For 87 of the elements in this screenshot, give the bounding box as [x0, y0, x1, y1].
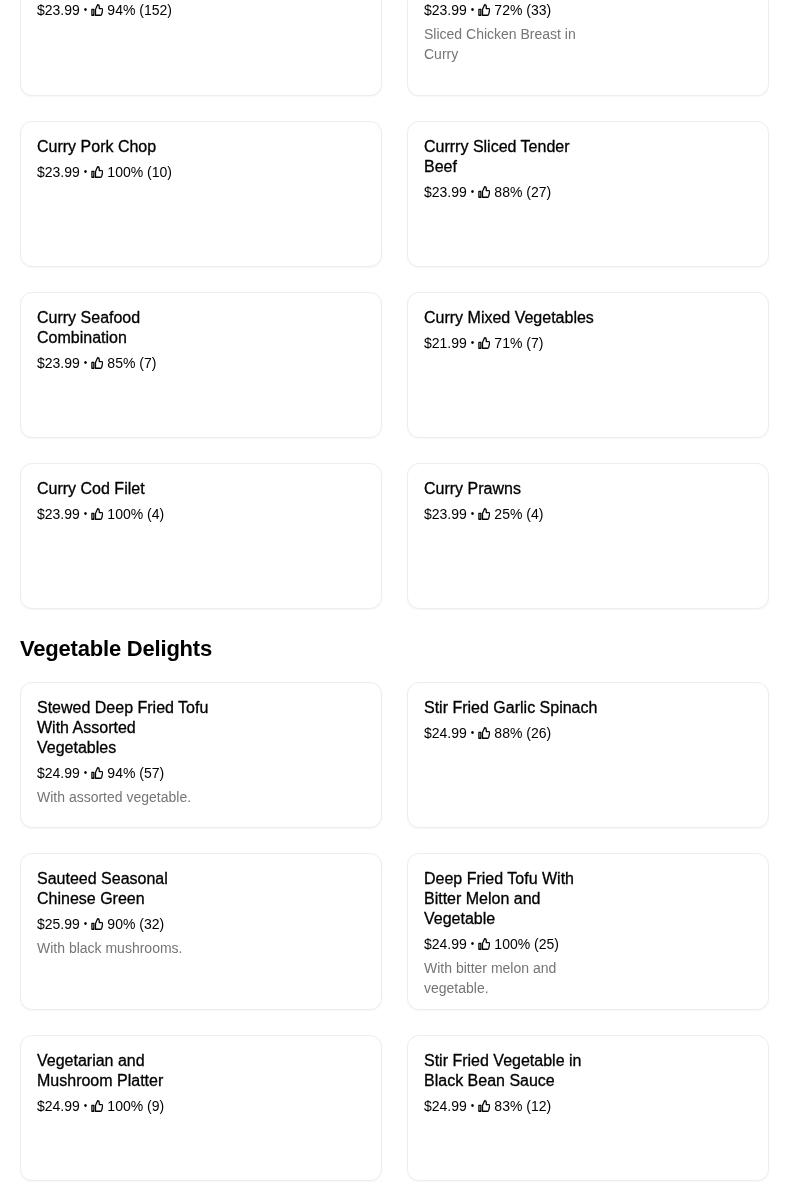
menu-item-card[interactable]: Stir Fried Vegetable in Black Bean Sauce $24.99 • 83% (12) [407, 1035, 769, 1181]
item-rating: 72% (33) [494, 1, 552, 20]
menu-item-card[interactable]: Deep Fried Tofu With Bitter Melon and Vegetable $24.99 • 100% (25) With bitter melon and vegetable. [407, 853, 769, 1010]
menu-item-card[interactable]: Stewed Deep Fried Tofu With Assorted Vegetables $24.99 • 94% (57) With assorted vegetable. [20, 682, 382, 828]
item-price: $24.99 [424, 1097, 467, 1116]
menu-item-card[interactable]: Stir Fried Garlic Spinach $24.99 • 88% (26) [407, 682, 769, 828]
menu-item-card[interactable]: Sauteed Seasonal Chinese Green $25.99 • 90% (32) With black mushrooms. [20, 853, 382, 1010]
item-title: Stir Fried Vegetable in Black Bean Sauce [424, 1051, 583, 1091]
section-heading: Vegetable Delights [20, 635, 212, 663]
separator-dot: • [83, 3, 88, 17]
item-rating: 25% (4) [494, 505, 544, 524]
item-title: Curry Pork Chop [37, 137, 157, 157]
item-price: $23.99 [424, 505, 467, 524]
item-price: $23.99 [37, 354, 80, 373]
thumbs-up-icon [91, 767, 104, 779]
thumbs-up-icon [91, 1100, 104, 1112]
item-title: Sauteed Seasonal Chinese Green [37, 869, 169, 909]
separator-dot: • [83, 356, 88, 370]
item-title: Curry Mixed Vegetables [424, 308, 594, 328]
menu-item-card[interactable]: Curry Cod Filet $23.99 • 100% (4) [20, 463, 382, 609]
thumbs-up-icon [478, 1100, 491, 1112]
separator-dot: • [470, 185, 475, 199]
separator-dot: • [470, 336, 475, 350]
item-description: With bitter melon and vegetable. [424, 959, 558, 998]
item-title: Curry Cod Filet [37, 479, 145, 499]
separator-dot: • [83, 507, 88, 521]
thumbs-up-icon [91, 918, 104, 930]
item-rating: 71% (7) [494, 334, 544, 353]
menu-item-card[interactable]: $23.99 • 72% (33) Sliced Chicken Breast in Curry [407, 0, 769, 96]
thumbs-up-icon [91, 357, 104, 369]
item-rating: 100% (9) [107, 1097, 165, 1116]
thumbs-up-icon [91, 4, 104, 16]
item-price: $23.99 [424, 1, 467, 20]
item-title: Deep Fried Tofu With Bitter Melon and Vegetable [424, 869, 575, 929]
thumbs-up-icon [478, 938, 491, 950]
item-title: Stewed Deep Fried Tofu With Assorted Vegetables [37, 698, 210, 758]
item-rating: 94% (57) [107, 764, 165, 783]
separator-dot: • [470, 1099, 475, 1113]
item-title: Curry Seafood Combination [37, 308, 142, 348]
item-price: $23.99 [37, 163, 80, 182]
item-price: $23.99 [37, 505, 80, 524]
separator-dot: • [470, 726, 475, 740]
item-price: $23.99 [424, 183, 467, 202]
thumbs-up-icon [91, 508, 104, 520]
thumbs-up-icon [478, 727, 491, 739]
item-price: $23.99 [37, 1, 80, 20]
item-rating: 83% (12) [494, 1097, 552, 1116]
item-rating: 100% (4) [107, 505, 165, 524]
item-description: With black mushrooms. [37, 939, 183, 958]
thumbs-up-icon [478, 508, 491, 520]
item-price: $24.99 [424, 935, 467, 954]
separator-dot: • [83, 766, 88, 780]
item-rating: 88% (26) [494, 724, 552, 743]
separator-dot: • [83, 165, 88, 179]
item-title: Curry Prawns [424, 479, 521, 499]
menu-item-card[interactable]: Vegetarian and Mushroom Platter $24.99 • 100% (9) [20, 1035, 382, 1181]
item-price: $24.99 [37, 1097, 80, 1116]
item-description: Sliced Chicken Breast in Curry [424, 25, 577, 64]
thumbs-up-icon [478, 337, 491, 349]
menu-item-card[interactable]: $23.99 • 94% (152) [20, 0, 382, 96]
menu-item-card[interactable]: Currry Sliced Tender Beef $23.99 • 88% (27) [407, 121, 769, 267]
thumbs-up-icon [478, 186, 491, 198]
item-price: $24.99 [424, 724, 467, 743]
item-price: $25.99 [37, 915, 80, 934]
separator-dot: • [470, 3, 475, 17]
item-title: Stir Fried Garlic Spinach [424, 698, 598, 718]
separator-dot: • [83, 917, 88, 931]
item-description: With assorted vegetable. [37, 788, 192, 807]
item-rating: 85% (7) [107, 354, 157, 373]
item-price: $24.99 [37, 764, 80, 783]
item-rating: 94% (152) [107, 1, 172, 20]
menu-item-card[interactable]: Curry Mixed Vegetables $21.99 • 71% (7) [407, 292, 769, 438]
separator-dot: • [470, 937, 475, 951]
thumbs-up-icon [91, 166, 104, 178]
item-rating: 100% (10) [107, 163, 172, 182]
separator-dot: • [83, 1099, 88, 1113]
separator-dot: • [470, 507, 475, 521]
item-rating: 90% (32) [107, 915, 165, 934]
item-title: Vegetarian and Mushroom Platter [37, 1051, 165, 1091]
menu-item-card[interactable]: Curry Prawns $23.99 • 25% (4) [407, 463, 769, 609]
item-title: Currry Sliced Tender Beef [424, 137, 571, 177]
menu-item-card[interactable]: Curry Seafood Combination $23.99 • 85% (7) [20, 292, 382, 438]
thumbs-up-icon [478, 4, 491, 16]
item-price: $21.99 [424, 334, 467, 353]
item-rating: 88% (27) [494, 183, 552, 202]
item-rating: 100% (25) [494, 935, 559, 954]
menu-item-card[interactable]: Curry Pork Chop $23.99 • 100% (10) [20, 121, 382, 267]
